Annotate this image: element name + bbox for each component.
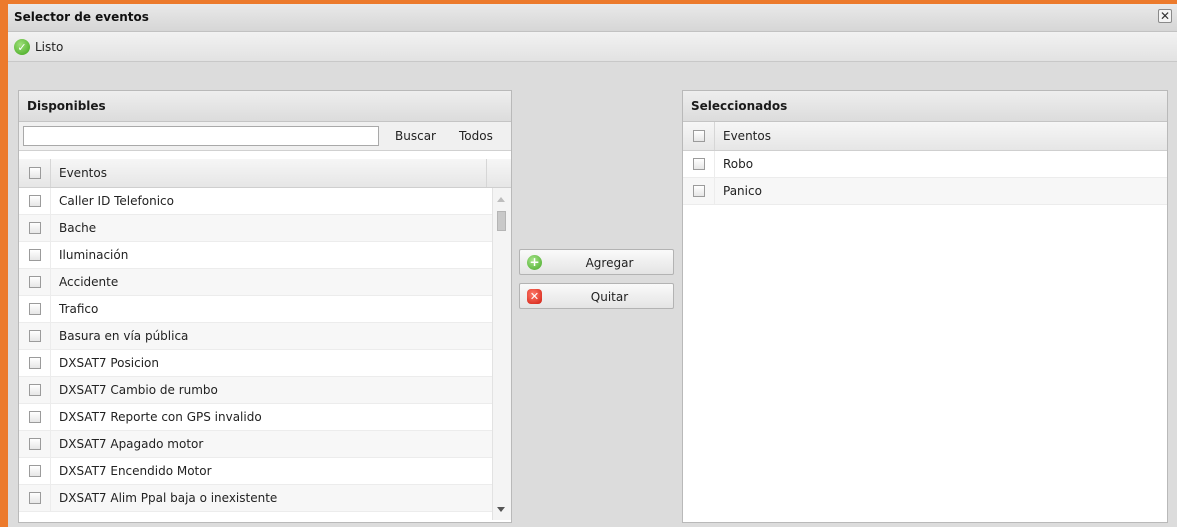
list-item-label: Caller ID Telefonico: [59, 194, 174, 208]
selected-column-header: Eventos: [723, 129, 771, 143]
dialog-title: Selector de eventos: [14, 10, 149, 24]
row-divider: [50, 431, 51, 457]
list-item-label: DXSAT7 Apagado motor: [59, 437, 204, 451]
close-icon[interactable]: ✕: [1158, 9, 1172, 23]
list-item[interactable]: Iluminación: [19, 242, 494, 269]
list-item-label: DXSAT7 Posicion: [59, 356, 159, 370]
list-item-label: DXSAT7 Cambio de rumbo: [59, 383, 218, 397]
column-divider: [714, 122, 715, 150]
row-divider: [50, 458, 51, 484]
search-input[interactable]: [23, 126, 379, 146]
selected-panel-title: Seleccionados: [683, 91, 1167, 122]
search-button[interactable]: Buscar: [395, 129, 436, 143]
add-button-label: Agregar: [585, 256, 634, 270]
row-divider: [50, 215, 51, 241]
available-column-header: Eventos: [59, 166, 107, 180]
select-all-available-checkbox[interactable]: [29, 167, 41, 179]
list-item[interactable]: Accidente: [19, 269, 494, 296]
list-item[interactable]: Robo: [683, 151, 1167, 178]
list-item-label: Trafico: [59, 302, 99, 316]
list-item[interactable]: DXSAT7 Encendido Motor: [19, 458, 494, 485]
row-checkbox[interactable]: [29, 276, 41, 288]
select-all-selected-checkbox[interactable]: [693, 130, 705, 142]
available-panel: Disponibles Buscar Todos Eventos Caller …: [18, 90, 512, 523]
scroll-up-icon[interactable]: [497, 197, 505, 202]
done-button[interactable]: ✓ Listo: [14, 38, 63, 56]
row-checkbox[interactable]: [29, 411, 41, 423]
list-item[interactable]: DXSAT7 Posicion: [19, 350, 494, 377]
list-item-label: Bache: [59, 221, 97, 235]
row-checkbox[interactable]: [693, 158, 705, 170]
available-grid-header: Eventos: [19, 159, 511, 188]
row-divider: [50, 485, 51, 511]
list-item-label: Iluminación: [59, 248, 129, 262]
list-item-label: Accidente: [59, 275, 119, 289]
list-item[interactable]: Basura en vía pública: [19, 323, 494, 350]
row-checkbox[interactable]: [29, 195, 41, 207]
done-button-label: Listo: [35, 40, 64, 54]
check-circle-icon: ✓: [14, 39, 30, 55]
remove-button-label: Quitar: [590, 290, 629, 304]
remove-button[interactable]: ✕ Quitar: [519, 283, 674, 309]
list-item[interactable]: DXSAT7 Cambio de rumbo: [19, 377, 494, 404]
available-panel-title: Disponibles: [19, 91, 511, 122]
row-divider: [50, 296, 51, 322]
row-checkbox[interactable]: [29, 222, 41, 234]
list-item-label: DXSAT7 Reporte con GPS invalido: [59, 410, 262, 424]
list-item[interactable]: Bache: [19, 215, 494, 242]
row-checkbox[interactable]: [693, 185, 705, 197]
row-checkbox[interactable]: [29, 303, 41, 315]
row-divider: [50, 323, 51, 349]
row-checkbox[interactable]: [29, 465, 41, 477]
list-item[interactable]: Panico: [683, 178, 1167, 205]
selected-grid-header: Eventos: [683, 122, 1167, 151]
list-item-label: DXSAT7 Encendido Motor: [59, 464, 212, 478]
list-item[interactable]: DXSAT7 Apagado motor: [19, 431, 494, 458]
list-item-label: Basura en vía pública: [59, 329, 189, 343]
row-divider: [714, 178, 715, 204]
add-button[interactable]: + Agregar: [519, 249, 674, 275]
column-divider: [50, 159, 51, 187]
column-divider: [486, 159, 487, 187]
search-bar: Buscar Todos: [19, 122, 511, 151]
row-checkbox[interactable]: [29, 438, 41, 450]
list-item[interactable]: Caller ID Telefonico: [19, 188, 494, 215]
row-divider: [50, 188, 51, 214]
row-divider: [50, 269, 51, 295]
list-item[interactable]: Trafico: [19, 296, 494, 323]
row-divider: [50, 242, 51, 268]
row-divider: [50, 377, 51, 403]
row-checkbox[interactable]: [29, 249, 41, 261]
available-scrollbar[interactable]: [492, 188, 511, 520]
row-divider: [714, 151, 715, 177]
row-checkbox[interactable]: [29, 357, 41, 369]
row-checkbox[interactable]: [29, 492, 41, 504]
list-item[interactable]: DXSAT7 Reporte con GPS invalido: [19, 404, 494, 431]
row-checkbox[interactable]: [29, 384, 41, 396]
title-bar: Selector de eventos ✕: [8, 4, 1177, 32]
scroll-thumb[interactable]: [497, 211, 506, 231]
list-item-label: DXSAT7 Alim Ppal baja o inexistente: [59, 491, 278, 505]
all-button[interactable]: Todos: [459, 129, 493, 143]
list-item-label: Robo: [723, 157, 754, 171]
selected-panel: Seleccionados Eventos Robo Panico: [682, 90, 1168, 523]
row-checkbox[interactable]: [29, 330, 41, 342]
toolbar: ✓ Listo: [8, 32, 1177, 62]
scroll-down-icon[interactable]: [497, 507, 505, 512]
available-list: Caller ID Telefonico Bache Iluminación Acci…: [19, 188, 494, 520]
list-item[interactable]: DXSAT7 Alim Ppal baja o inexistente: [19, 485, 494, 512]
row-divider: [50, 350, 51, 376]
selected-list: Robo Panico: [683, 151, 1167, 520]
list-item-label: Panico: [723, 184, 762, 198]
row-divider: [50, 404, 51, 430]
